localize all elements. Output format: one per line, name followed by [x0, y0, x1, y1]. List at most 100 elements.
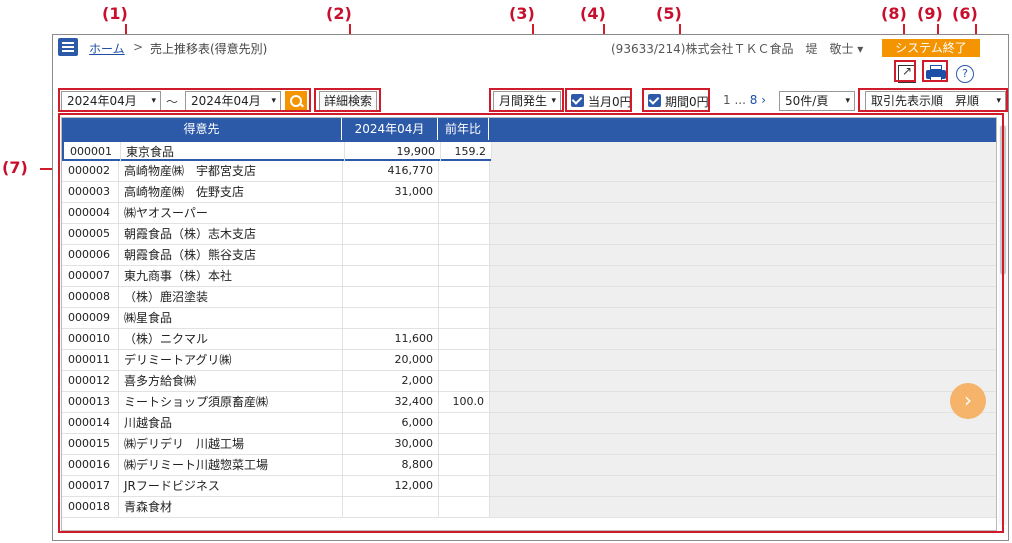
date-to-select[interactable]: 2024年04月 ▾	[185, 91, 281, 111]
customer-name: 朝霞食品（株）熊谷支店	[118, 245, 342, 265]
period-zero-checkbox[interactable]	[648, 94, 661, 107]
customer-code: 000012	[68, 374, 110, 387]
yoy-ratio	[438, 413, 489, 433]
yoy-ratio	[438, 245, 489, 265]
table-row[interactable]: 000008 （株）鹿沼塗装	[62, 287, 996, 308]
period-zero-label: 期間0円	[665, 95, 709, 109]
breadcrumb-home-link[interactable]: ホーム	[89, 40, 125, 57]
system-exit-button[interactable]: システム終了	[882, 39, 980, 57]
date-to-value: 2024年04月	[191, 94, 261, 108]
top-bar: ホーム > 売上推移表(得意先別) (93633/214)株式会社ＴＫＣ食品 堤…	[53, 35, 1008, 61]
customer-code: 000018	[68, 500, 110, 513]
current-month-zero-label: 当月0円	[588, 95, 632, 109]
month-amount: 31,000	[342, 182, 438, 202]
vertical-scrollbar[interactable]	[999, 125, 1007, 525]
table-row[interactable]: 000018 青森食材	[62, 497, 996, 518]
month-amount: 8,800	[342, 455, 438, 475]
pager-current-page[interactable]: 1	[723, 93, 731, 107]
empty-fill	[489, 371, 996, 391]
table-row[interactable]: 000010 （株）ニクマル 11,600	[62, 329, 996, 350]
yoy-ratio	[438, 203, 489, 223]
date-from-select[interactable]: 2024年04月 ▾	[61, 91, 161, 111]
header-month[interactable]: 2024年04月	[342, 118, 438, 140]
table-row[interactable]: 000006 朝霞食品（株）熊谷支店	[62, 245, 996, 266]
per-page-select[interactable]: 50件/頁 ▾	[779, 91, 855, 111]
customer-code: 000008	[68, 290, 110, 303]
customer-code: 000009	[68, 311, 110, 324]
chevron-down-icon: ▾	[551, 96, 556, 106]
customer-name: （株）鹿沼塗装	[118, 287, 342, 307]
help-icon[interactable]: ?	[956, 65, 974, 83]
customer-name: 喜多方給食㈱	[118, 371, 342, 391]
table-row[interactable]: 000002 高崎物産㈱ 宇都宮支店 416,770	[62, 161, 996, 182]
sort-order-select[interactable]: 取引先表示順 昇順 ▾	[865, 91, 1006, 111]
date-from-value: 2024年04月	[67, 94, 137, 108]
empty-fill	[489, 224, 996, 244]
customer-code: 000007	[68, 269, 110, 282]
customer-code: 000004	[68, 206, 110, 219]
table-row[interactable]: 000009 ㈱星食品	[62, 308, 996, 329]
header-customer[interactable]: 得意先	[62, 118, 342, 140]
period-mode-select[interactable]: 月間発生 ▾	[493, 91, 561, 111]
annotation-4: (4)	[580, 4, 606, 23]
table-row[interactable]: 000005 朝霞食品（株）志木支店	[62, 224, 996, 245]
empty-fill	[489, 476, 996, 496]
month-amount	[342, 287, 438, 307]
pager-next-icon[interactable]: ›	[761, 93, 766, 107]
table-row[interactable]: 000001 東京食品 19,900 159.2	[62, 140, 996, 162]
month-amount: 11,600	[342, 329, 438, 349]
table-row[interactable]: 000011 デリミートアグリ㈱ 20,000	[62, 350, 996, 371]
table-row[interactable]: 000013 ミートショップ須原畜産㈱ 32,400 100.0	[62, 392, 996, 413]
header-yoy[interactable]: 前年比	[438, 118, 489, 140]
pager-ellipsis: ...	[734, 93, 746, 107]
month-amount: 6,000	[342, 413, 438, 433]
month-amount	[342, 245, 438, 265]
table-row[interactable]: 000014 川越食品 6,000	[62, 413, 996, 434]
toolbar: 2024年04月 ▾ ～ 2024年04月 ▾ 詳細検索 月間発生 ▾ 当月0円…	[53, 91, 1008, 113]
empty-fill	[489, 245, 996, 265]
yoy-ratio	[438, 371, 489, 391]
breadcrumb-separator: >	[133, 40, 144, 54]
user-info-dropdown[interactable]: (93633/214)株式会社ＴＫＣ食品 堤 敬士 ▾	[611, 40, 863, 57]
table-row[interactable]: 000017 JRフードビジネス 12,000	[62, 476, 996, 497]
empty-fill	[489, 161, 996, 181]
table-row[interactable]: 000007 東九商事（株）本社	[62, 266, 996, 287]
month-amount	[342, 203, 438, 223]
customer-name: ミートショップ須原畜産㈱	[118, 392, 342, 412]
yoy-ratio	[438, 308, 489, 328]
customer-code: 000006	[68, 248, 110, 261]
chevron-down-icon: ▾	[151, 96, 156, 106]
search-icon[interactable]	[285, 91, 307, 111]
table-row[interactable]: 000016 ㈱デリミート川越惣菜工場 8,800	[62, 455, 996, 476]
table-row[interactable]: 000015 ㈱デリデリ 川越工場 30,000	[62, 434, 996, 455]
customer-name: 朝霞食品（株）志木支店	[118, 224, 342, 244]
empty-fill	[489, 413, 996, 433]
table-row[interactable]: 000004 ㈱ヤオスーパー	[62, 203, 996, 224]
table-row[interactable]: 000012 喜多方給食㈱ 2,000	[62, 371, 996, 392]
hamburger-menu-icon[interactable]	[58, 38, 78, 56]
yoy-ratio: 159.2	[440, 142, 491, 162]
printer-icon[interactable]	[926, 65, 946, 83]
month-amount: 30,000	[342, 434, 438, 454]
next-arrow-icon[interactable]: ›	[950, 383, 986, 419]
empty-fill	[489, 497, 996, 517]
customer-name: 東京食品	[120, 142, 344, 162]
grid-header: 得意先 2024年04月 前年比	[62, 118, 996, 140]
empty-fill	[489, 392, 996, 412]
external-open-icon[interactable]	[898, 64, 916, 83]
customer-code: 000010	[68, 332, 110, 345]
yoy-ratio	[438, 350, 489, 370]
customer-name: 東九商事（株）本社	[118, 266, 342, 286]
month-amount: 12,000	[342, 476, 438, 496]
yoy-ratio	[438, 224, 489, 244]
annotation-6: (6)	[952, 4, 978, 23]
app-window: ホーム > 売上推移表(得意先別) (93633/214)株式会社ＴＫＣ食品 堤…	[52, 34, 1009, 541]
table-row[interactable]: 000003 高崎物産㈱ 佐野支店 31,000	[62, 182, 996, 203]
pager-last-page[interactable]: 8	[750, 93, 758, 107]
customer-name: デリミートアグリ㈱	[118, 350, 342, 370]
customer-name: 高崎物産㈱ 宇都宮支店	[118, 161, 342, 181]
empty-fill	[489, 455, 996, 475]
current-month-zero-checkbox[interactable]	[571, 94, 584, 107]
page-title: 売上推移表(得意先別)	[150, 42, 268, 56]
detail-search-button[interactable]: 詳細検索	[319, 91, 378, 111]
